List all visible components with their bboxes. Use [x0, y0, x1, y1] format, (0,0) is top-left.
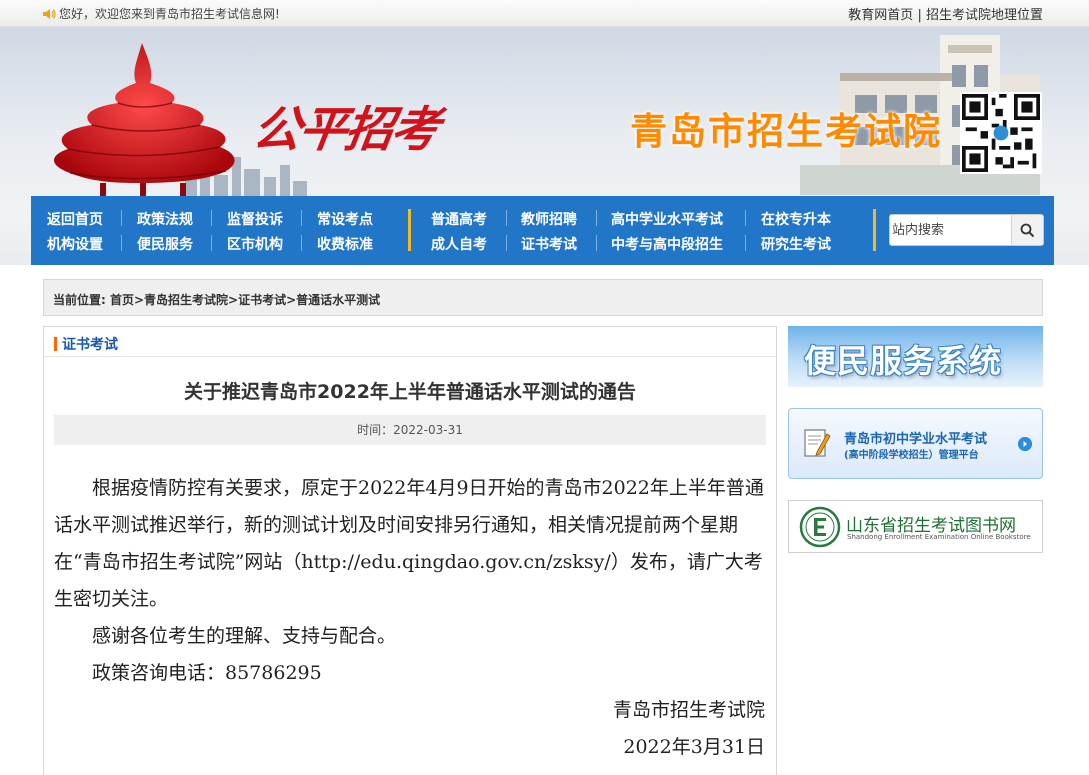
- welcome-text: 您好，欢迎您来到青岛市招生考试信息网!: [59, 7, 280, 21]
- article-paragraph: 感谢各位考生的理解、支持与配合。: [92, 625, 397, 647]
- nav-college-entrance-exam[interactable]: 普通高考: [431, 209, 487, 229]
- main-navigation: 返回首页 政策法规 监督投诉 常设考点 机构设置 便民服务 区市机构 收费标准 …: [31, 196, 1054, 265]
- nav-graduate-exam[interactable]: 研究生考试: [761, 234, 831, 254]
- top-bar: 您好，欢迎您来到青岛市招生考试信息网! 教育网首页 | 招生考试院地理位置: [0, 0, 1089, 27]
- breadcrumb-prefix: 当前位置:: [53, 293, 106, 307]
- nav-separator: [506, 210, 507, 226]
- nav-group-divider: [408, 209, 411, 251]
- search-button[interactable]: [1011, 215, 1043, 245]
- nav-district-agencies[interactable]: 区市机构: [227, 234, 283, 254]
- section-title[interactable]: 证书考试: [62, 337, 118, 353]
- nav-separator: [121, 235, 122, 251]
- nav-high-school-admission[interactable]: 中考与高中段招生: [611, 234, 723, 254]
- shandong-exam-bookstore-banner[interactable]: 山东省招生考试图书网 Shandong Enrollment Examinati…: [788, 500, 1043, 553]
- section-marker: [54, 337, 57, 351]
- nav-teacher-recruitment[interactable]: 教师招聘: [521, 209, 577, 229]
- nav-group-divider: [873, 209, 876, 251]
- breadcrumb: 当前位置: 首页>青岛招生考试院>证书考试>普通话水平测试: [43, 279, 1043, 316]
- nav-test-sites[interactable]: 常设考点: [317, 209, 373, 229]
- document-edit-icon: [804, 429, 831, 457]
- nav-separator: [596, 210, 597, 226]
- exam-institute-location-link[interactable]: 招生考试院地理位置: [926, 8, 1043, 23]
- fair-admission-slogan: 公平招考: [249, 102, 442, 158]
- site-search-input[interactable]: [890, 215, 1012, 245]
- site-search: [889, 214, 1044, 246]
- top-link-separator: |: [917, 8, 922, 23]
- breadcrumb-path[interactable]: 首页>青岛招生考试院>证书考试>普通话水平测试: [110, 293, 380, 307]
- platform-subtitle: (高中阶段学校招生）管理平台: [844, 450, 979, 461]
- article-sign-date: 2022年3月31日: [623, 736, 765, 758]
- speaker-icon: [43, 8, 56, 19]
- nav-separator: [745, 210, 746, 226]
- public-service-system-title: 便民服务系统: [804, 342, 1003, 380]
- bookstore-logo: [799, 506, 841, 548]
- article-panel: 证书考试 关于推迟青岛市2022年上半年普通话水平测试的通告 时间：2022-0…: [43, 326, 777, 775]
- section-header: 证书考试: [44, 327, 776, 357]
- nav-home[interactable]: 返回首页: [47, 209, 103, 229]
- nav-separator: [211, 210, 212, 226]
- nav-separator: [596, 235, 597, 251]
- welcome-message: 您好，欢迎您来到青岛市招生考试信息网!: [42, 5, 280, 22]
- article-body: 根据疫情防控有关要求，原定于2022年4月9日开始的青岛市2022年上半年普通话…: [54, 470, 766, 766]
- article-title: 关于推迟青岛市2022年上半年普通话水平测试的通告: [184, 381, 636, 403]
- nav-upgrade-to-bachelor[interactable]: 在校专升本: [761, 209, 831, 229]
- may-fourth-square-sculpture-image: [54, 43, 235, 211]
- article-paragraph: 政策咨询电话：85786295: [92, 662, 322, 684]
- arrow-right-icon: [1018, 437, 1032, 451]
- nav-public-services[interactable]: 便民服务: [137, 234, 193, 254]
- nav-separator: [301, 210, 302, 226]
- nav-high-school-proficiency-exam[interactable]: 高中学业水平考试: [611, 209, 723, 229]
- nav-certificate-exams[interactable]: 证书考试: [521, 234, 577, 254]
- nav-separator: [121, 210, 122, 226]
- nav-complaints[interactable]: 监督投诉: [227, 209, 283, 229]
- nav-policies[interactable]: 政策法规: [137, 209, 193, 229]
- site-title: 青岛市招生考试院: [630, 111, 942, 152]
- nav-separator: [211, 235, 212, 251]
- junior-high-exam-platform-banner[interactable]: 青岛市初中学业水平考试 (高中阶段学校招生）管理平台: [788, 408, 1043, 479]
- article-signature: 青岛市招生考试院: [612, 699, 765, 721]
- education-site-home-link[interactable]: 教育网首页: [848, 8, 913, 23]
- article-date: 时间：2022-03-31: [54, 415, 766, 445]
- nav-separator: [745, 235, 746, 251]
- qr-code-image: [960, 92, 1042, 174]
- bookstore-english-name: Shandong Enrollment Examination Online B…: [847, 533, 1031, 541]
- nav-adult-self-study-exam[interactable]: 成人自考: [431, 234, 487, 254]
- public-service-system-banner[interactable]: 便民服务系统: [788, 326, 1043, 387]
- platform-title: 青岛市初中学业水平考试: [844, 432, 988, 447]
- nav-separator: [506, 235, 507, 251]
- search-icon: [1020, 223, 1035, 237]
- nav-separator: [301, 235, 302, 251]
- nav-fee-standards[interactable]: 收费标准: [317, 234, 373, 254]
- article-paragraph: 根据疫情防控有关要求，原定于2022年4月9日开始的青岛市2022年上半年普通话…: [54, 477, 764, 610]
- nav-organization[interactable]: 机构设置: [47, 234, 103, 254]
- top-links: 教育网首页 | 招生考试院地理位置: [848, 4, 1043, 23]
